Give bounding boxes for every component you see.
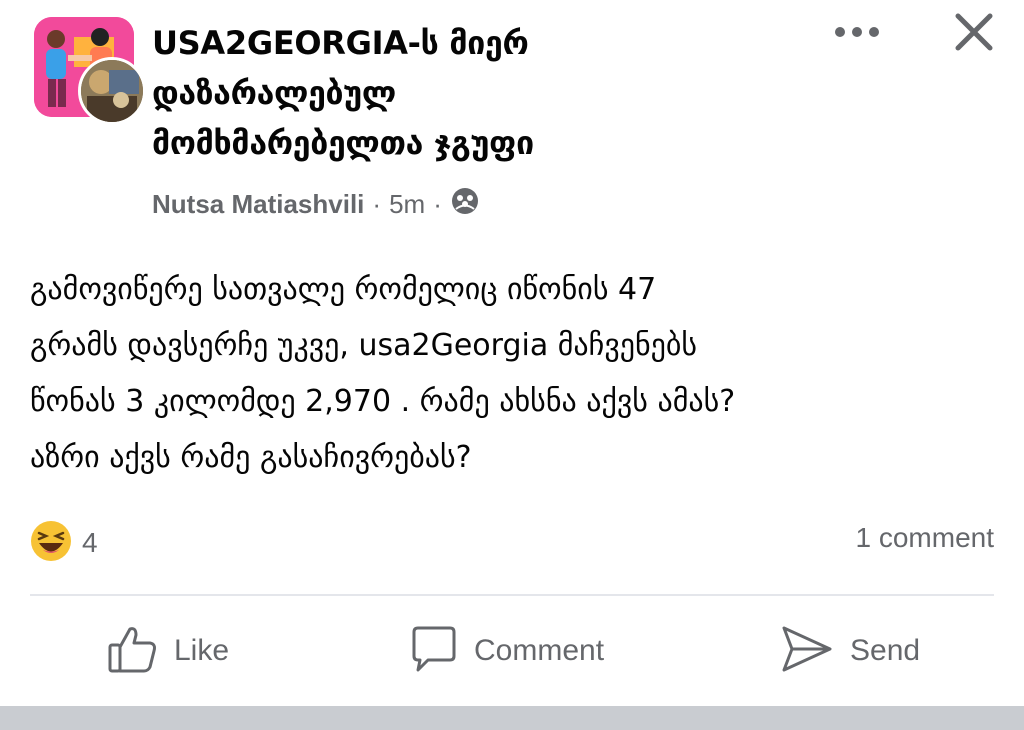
- post-meta: Nutsa Matiashvili · 5m ·: [152, 186, 480, 222]
- user-photo: [81, 60, 143, 122]
- post-body: გამოვიწერე სათვალე რომელიც იწონის 47 გრა…: [30, 272, 736, 475]
- comment-count[interactable]: 1 comment: [856, 522, 995, 554]
- group-avatar-stack[interactable]: [34, 17, 146, 125]
- close-icon: [955, 13, 993, 51]
- more-options-button[interactable]: [830, 14, 884, 50]
- like-button[interactable]: Like: [106, 620, 229, 682]
- bottom-separator: [0, 706, 1024, 730]
- send-icon: [780, 624, 834, 678]
- more-icon: [835, 27, 879, 37]
- members-icon: [450, 186, 480, 223]
- send-button[interactable]: Send: [780, 620, 920, 682]
- user-avatar[interactable]: [78, 57, 146, 125]
- reaction-count: 4: [82, 527, 98, 558]
- comment-label: Comment: [474, 634, 605, 667]
- divider: [30, 594, 994, 596]
- author-name[interactable]: Nutsa Matiashvili: [152, 189, 364, 220]
- separator-dot: ·: [433, 188, 442, 219]
- separator-dot: ·: [372, 188, 382, 219]
- group-name[interactable]: USA2GEORGIA-ს მიერ დაზარალებულ მომხმარებ…: [152, 18, 752, 168]
- haha-emoji-icon: [30, 520, 72, 566]
- reactions-summary[interactable]: 4: [30, 520, 98, 566]
- thumbs-up-icon: [106, 623, 158, 679]
- close-button[interactable]: [950, 8, 998, 56]
- post-time[interactable]: 5m: [389, 189, 425, 220]
- comment-button[interactable]: Comment: [408, 620, 604, 682]
- comment-bubble-icon: [408, 624, 458, 678]
- send-label: Send: [850, 634, 921, 667]
- like-label: Like: [174, 634, 230, 667]
